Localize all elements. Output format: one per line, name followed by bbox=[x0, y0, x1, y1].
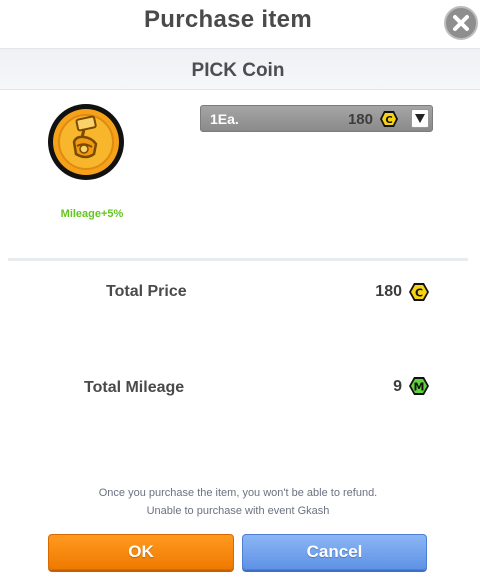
close-icon bbox=[453, 15, 469, 31]
total-price-label: Total Price bbox=[106, 283, 187, 300]
dialog-header: Purchase item bbox=[0, 0, 480, 48]
total-mileage-value: 9 bbox=[393, 378, 402, 395]
ok-button[interactable]: OK bbox=[48, 534, 234, 570]
item-name: PICK Coin bbox=[191, 60, 285, 81]
gkash-notice: Unable to purchase with event Gkash bbox=[146, 505, 330, 517]
svg-text:C: C bbox=[385, 115, 392, 126]
section-divider bbox=[8, 258, 468, 261]
quantity-selected: 1Ea. bbox=[210, 111, 239, 127]
total-mileage-label: Total Mileage bbox=[84, 379, 185, 396]
dropdown-toggle[interactable] bbox=[411, 109, 429, 128]
mileage-bonus-label: Mileage+5% bbox=[60, 208, 124, 220]
quantity-dropdown[interactable]: 1Ea. 180 C bbox=[200, 105, 433, 132]
cancel-button[interactable]: Cancel bbox=[242, 534, 427, 570]
c-coin-icon: C bbox=[380, 111, 398, 127]
refund-notice: Once you purchase the item, you won't be… bbox=[98, 487, 378, 499]
chevron-down-icon bbox=[415, 114, 425, 123]
close-button[interactable] bbox=[444, 6, 478, 40]
claw-coin-icon bbox=[48, 104, 124, 180]
c-coin-icon: C bbox=[409, 283, 429, 301]
svg-text:M: M bbox=[414, 381, 425, 394]
dialog-title: Purchase item bbox=[144, 6, 312, 33]
unit-price: 180 bbox=[347, 111, 373, 128]
total-price-value: 180 bbox=[375, 283, 402, 300]
svg-text:C: C bbox=[415, 287, 423, 300]
item-name-bar: PICK Coin bbox=[0, 48, 480, 90]
m-mileage-icon: M bbox=[409, 377, 429, 395]
